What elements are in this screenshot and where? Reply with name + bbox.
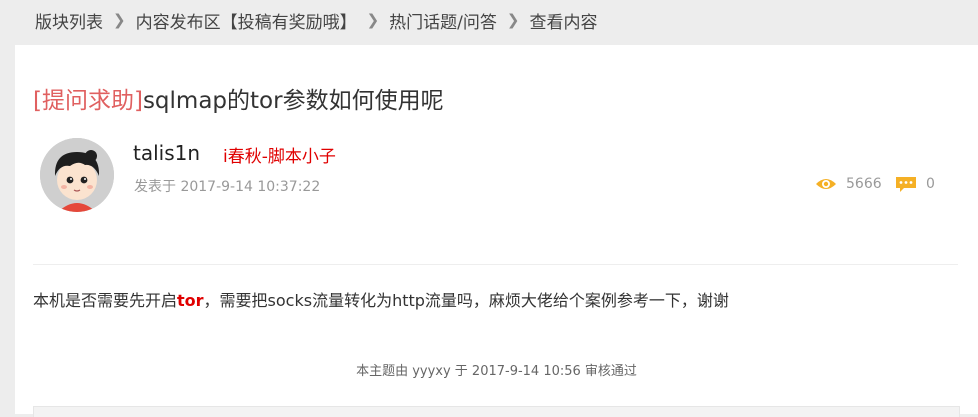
user-group: i春秋-脚本小子 xyxy=(223,147,336,167)
content-text-end: ，需要把socks流量转化为http流量吗，麻烦大佬给个案例参考一下，谢谢 xyxy=(203,291,729,310)
reply-count-value: 0 xyxy=(926,176,935,192)
breadcrumb-current: 查看内容 xyxy=(529,12,598,33)
post-card: [提问求助]sqlmap的tor参数如何使用呢 talis1n i春秋-脚本小子… xyxy=(15,45,978,417)
breadcrumb-forum-list[interactable]: 版块列表 xyxy=(35,8,103,33)
view-count-value: 5666 xyxy=(846,176,882,192)
post-title: [提问求助]sqlmap的tor参数如何使用呢 xyxy=(33,81,444,115)
reply-count: 0 xyxy=(895,174,935,194)
audit-note: 本主题由 yyyxy 于 2017-9-14 10:56 审核通过 xyxy=(356,364,637,379)
chevron-right-icon: ❯ xyxy=(366,11,380,29)
comment-icon xyxy=(896,176,916,192)
category-tag[interactable]: [提问求助] xyxy=(33,88,143,114)
post-timestamp: 发表于 2017-9-14 10:37:22 xyxy=(134,179,321,195)
author-name[interactable]: talis1n xyxy=(133,141,200,165)
chevron-right-icon: ❯ xyxy=(506,11,520,29)
reply-area xyxy=(33,406,960,417)
chevron-right-icon: ❯ xyxy=(113,11,126,29)
breadcrumb-hot-topics[interactable]: 热门话题/问答 xyxy=(389,8,497,33)
content-keyword: tor xyxy=(177,291,204,310)
view-count: 5666 xyxy=(815,174,882,194)
avatar-image xyxy=(40,138,114,212)
divider xyxy=(33,264,958,265)
content-text-start: 本机是否需要先开启 xyxy=(33,291,178,310)
breadcrumb-content-area[interactable]: 内容发布区【投稿有奖励哦】 xyxy=(136,8,357,33)
avatar[interactable] xyxy=(40,138,114,212)
post-title-text: sqlmap的tor参数如何使用呢 xyxy=(142,88,444,114)
eye-icon xyxy=(816,179,836,189)
post-content: 本机是否需要先开启tor，需要把socks流量转化为http流量吗，麻烦大佬给个… xyxy=(33,287,729,311)
breadcrumb: 版块列表 ❯ 内容发布区【投稿有奖励哦】 ❯ 热门话题/问答 ❯ 查看内容 xyxy=(35,8,598,33)
